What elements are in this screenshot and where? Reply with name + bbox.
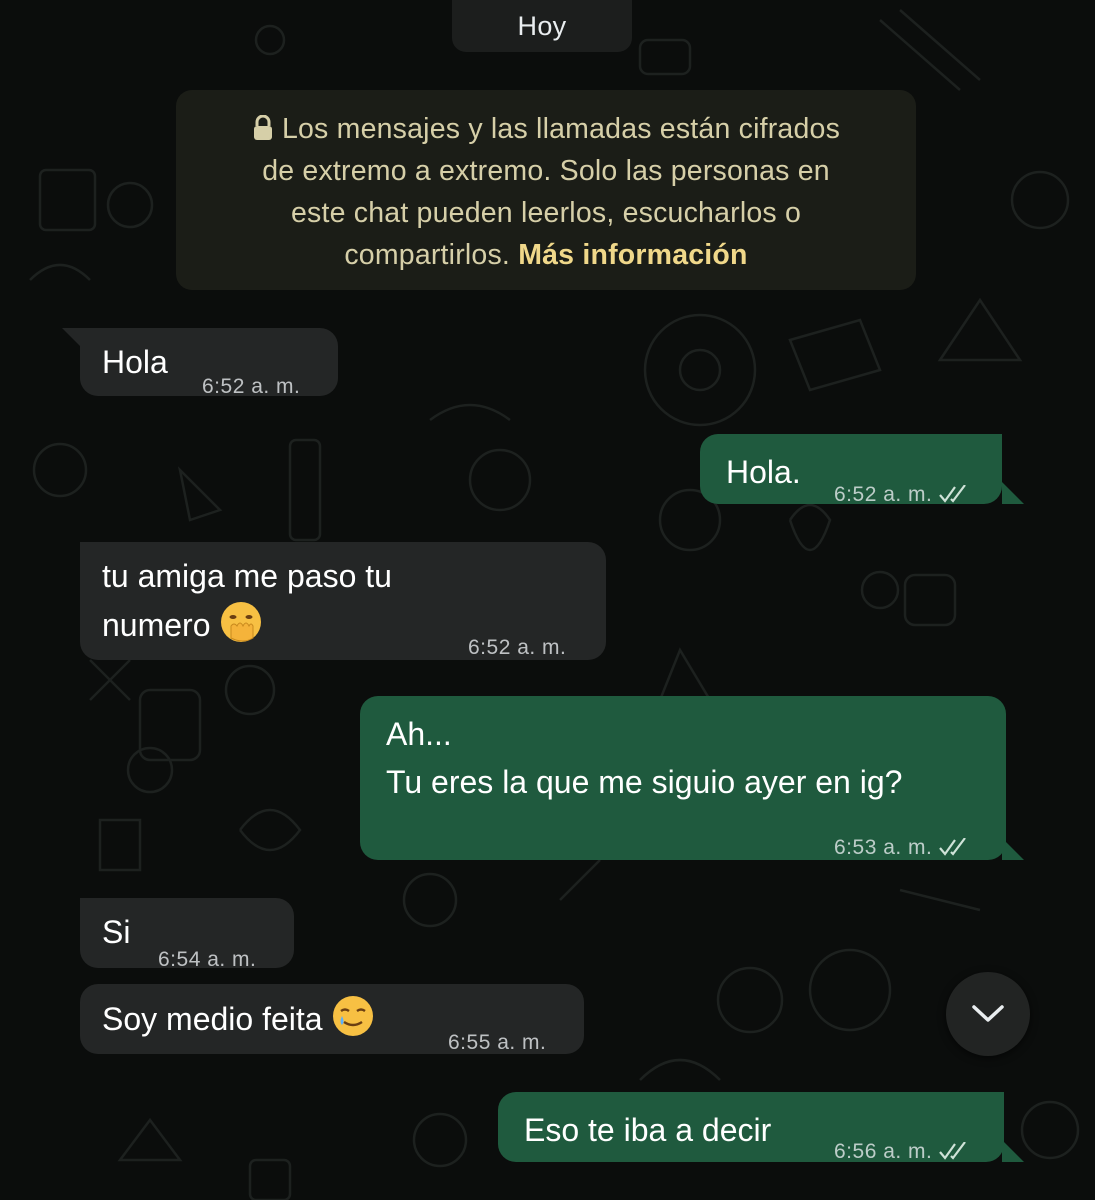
double-check-icon — [939, 838, 967, 856]
more-info-link[interactable]: Más información — [518, 239, 747, 271]
bubble-tail — [1002, 838, 1024, 860]
bubble-tail — [1002, 1140, 1024, 1162]
smiling-face-with-tear-emoji — [332, 996, 373, 1036]
message-outgoing[interactable]: Hola. 6:52 a. m. — [700, 434, 1002, 506]
encryption-notice[interactable]: Los mensajes y las llamadas están cifrad… — [176, 90, 916, 290]
message-text-line: tu amiga me paso tu — [102, 558, 392, 594]
message-time: 6:53 a. m. — [834, 824, 968, 872]
date-chip: Hoy — [452, 0, 632, 52]
message-text-line: Ah... — [386, 716, 452, 752]
message-time: 6:55 a. m. — [448, 1031, 547, 1054]
message-time: 6:52 a. m. — [202, 375, 301, 398]
encryption-line-4: compartirlos. Más información — [344, 239, 748, 271]
message-incoming[interactable]: Hola 6:52 a. m. — [80, 328, 338, 398]
message-text: Soy medio feita — [102, 1001, 323, 1037]
double-check-icon — [939, 485, 967, 503]
scroll-to-bottom-button[interactable] — [946, 972, 1030, 1056]
chevron-down-icon — [972, 1005, 1004, 1022]
lock-icon — [253, 115, 272, 140]
double-check-icon — [939, 1142, 967, 1160]
message-time: 6:54 a. m. — [158, 948, 257, 971]
message-incoming[interactable]: Si 6:54 a. m. — [80, 898, 294, 971]
hand-over-mouth-emoji — [220, 602, 261, 642]
date-chip-label: Hoy — [517, 10, 567, 41]
message-outgoing[interactable]: Ah... Tu eres la que me siguio ayer en i… — [360, 696, 1006, 860]
message-incoming[interactable]: tu amiga me paso tu numero 6:52 a. m. — [80, 542, 606, 660]
encryption-line-3: este chat pueden leerlos, escucharlos o — [290, 197, 802, 229]
message-outgoing[interactable]: Eso te iba a decir 6:56 a. m. — [498, 1092, 1004, 1163]
message-time: 6:52 a. m. — [834, 471, 968, 519]
message-text: Si — [102, 914, 131, 950]
bubble-tail — [1002, 482, 1024, 504]
message-time: 6:52 a. m. — [468, 636, 567, 659]
message-text: Hola. — [726, 454, 801, 490]
bubble-tail — [62, 328, 84, 350]
encryption-line-2: de extremo a extremo. Solo las personas … — [262, 155, 830, 187]
message-text-line: Tu eres la que me siguio ayer en ig? — [386, 764, 903, 800]
message-text: Hola — [102, 344, 168, 380]
message-time: 6:56 a. m. — [834, 1128, 968, 1176]
message-incoming[interactable]: Soy medio feita 6:55 a. m. — [80, 984, 584, 1054]
message-text: Eso te iba a decir — [524, 1112, 772, 1148]
encryption-line-1: Los mensajes y las llamadas están cifrad… — [202, 108, 890, 150]
